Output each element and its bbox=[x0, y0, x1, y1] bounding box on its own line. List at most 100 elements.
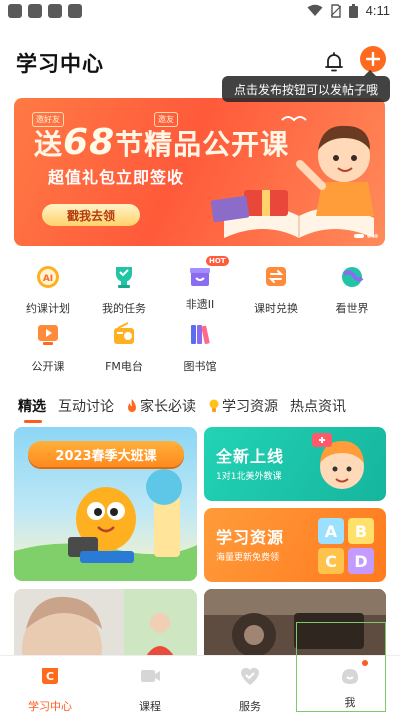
globe-icon bbox=[342, 267, 364, 287]
grid-item-fm[interactable]: FM电台 bbox=[86, 320, 162, 374]
publish-button[interactable] bbox=[360, 46, 386, 72]
promo-banner[interactable]: 邀好友 邀友 送68节精品公开课 超值礼包立即签收 戳我去领 bbox=[14, 98, 385, 246]
svg-text:D: D bbox=[354, 552, 367, 571]
tab-resources[interactable]: 学习资源 bbox=[208, 396, 278, 416]
nav-courses[interactable]: 课程 bbox=[100, 664, 200, 712]
grid-item-course-plan[interactable]: AI 约课计划 bbox=[10, 262, 86, 316]
learning-resources-subtitle: 海量更新免费领 bbox=[216, 553, 280, 563]
grid-label: 图书馆 bbox=[183, 360, 217, 373]
people-photo bbox=[14, 589, 197, 659]
learning-resources-title: 学习资源 bbox=[216, 528, 285, 547]
tab-label: 热点资讯 bbox=[290, 399, 346, 415]
bell-icon[interactable] bbox=[322, 50, 346, 74]
notification-icon bbox=[68, 4, 82, 18]
content-tabs: 精选 互动讨论 家长必读 学习资源 热点资讯 bbox=[18, 396, 358, 423]
article-photo-right[interactable] bbox=[204, 589, 386, 659]
battery-icon bbox=[348, 3, 358, 18]
banner-subline: 超值礼包立即签收 bbox=[48, 168, 185, 187]
nav-service[interactable]: 服务 bbox=[200, 664, 300, 712]
plus-icon bbox=[366, 52, 380, 66]
nav-learning-center[interactable]: C 学习中心 bbox=[0, 664, 100, 712]
grid-label: 非遗II bbox=[185, 298, 215, 311]
nav-label: 课程 bbox=[139, 700, 161, 712]
svg-text:C: C bbox=[46, 670, 54, 683]
bottom-navigation: C 学习中心 课程 服务 我 bbox=[0, 655, 400, 712]
trophy-icon bbox=[116, 267, 132, 288]
ai-clock-icon: AI bbox=[37, 266, 59, 288]
learning-resources-card[interactable]: 学习资源 海量更新免费领 A B C D bbox=[204, 508, 386, 582]
grid-item-lesson-exchange[interactable]: 课时兑换 bbox=[238, 262, 314, 316]
nav-label: 服务 bbox=[239, 700, 261, 712]
nav-label: 学习中心 bbox=[28, 700, 72, 712]
grid-item-world[interactable]: 看世界 bbox=[314, 262, 390, 316]
status-time: 4:11 bbox=[365, 3, 390, 18]
video-icon bbox=[38, 325, 58, 345]
new-course-title: 全新上线 bbox=[216, 447, 285, 466]
grid-label: 看世界 bbox=[335, 302, 369, 315]
tab-news[interactable]: 热点资讯 bbox=[290, 396, 346, 416]
new-course-card[interactable]: 全新上线 1对1北美外教课 bbox=[204, 427, 386, 501]
nav-label: 我 bbox=[344, 696, 356, 709]
svg-text:B: B bbox=[355, 522, 367, 541]
svg-text:AI: AI bbox=[43, 274, 53, 284]
learning-center-icon: C bbox=[42, 668, 58, 684]
tab-discussion[interactable]: 互动讨论 bbox=[58, 396, 114, 416]
flame-icon bbox=[128, 399, 136, 412]
profile-icon bbox=[342, 669, 358, 684]
banner-headline-number: 68 bbox=[63, 122, 116, 163]
grid-item-library[interactable]: 图书馆 bbox=[162, 320, 238, 374]
nav-me[interactable]: 我 bbox=[300, 660, 400, 710]
banner-dot bbox=[367, 234, 371, 238]
page-title: 学习中心 bbox=[16, 52, 104, 76]
hot-badge: HOT bbox=[206, 256, 229, 266]
machine-photo bbox=[204, 589, 386, 659]
notification-icon bbox=[48, 4, 62, 18]
me-icon-wrap bbox=[338, 660, 368, 688]
video-course-icon bbox=[141, 670, 160, 682]
grid-label: 约课计划 bbox=[26, 302, 70, 315]
books-icon bbox=[191, 325, 210, 345]
mascot-illustration bbox=[14, 469, 197, 581]
tab-label: 互动讨论 bbox=[58, 399, 114, 415]
notification-icons bbox=[8, 4, 82, 18]
radio-icon bbox=[114, 322, 134, 344]
app-header: 学习中心 bbox=[0, 40, 400, 80]
tab-label: 家长必读 bbox=[140, 399, 196, 415]
tab-featured[interactable]: 精选 bbox=[18, 396, 46, 423]
grid-item-open-class[interactable]: 公开课 bbox=[10, 320, 86, 374]
no-sim-icon bbox=[330, 3, 341, 18]
notification-icon bbox=[28, 4, 42, 18]
grid-item-my-tasks[interactable]: 我的任务 bbox=[86, 262, 162, 316]
gift-box-icon-wrap: HOT bbox=[186, 256, 229, 290]
banner-claim-button[interactable]: 戳我去领 bbox=[42, 204, 140, 226]
tab-parents[interactable]: 家长必读 bbox=[126, 396, 196, 416]
exchange-icon bbox=[266, 267, 286, 286]
gift-box-icon bbox=[190, 268, 210, 286]
tooltip-text: 点击发布按钮可以发帖子哦 bbox=[233, 82, 378, 97]
publish-tooltip: 点击发布按钮可以发帖子哦 bbox=[222, 70, 390, 102]
bulb-icon bbox=[209, 399, 219, 412]
status-bar: 4:11 bbox=[0, 0, 400, 24]
banner-dot-active bbox=[354, 234, 364, 238]
article-photo-left[interactable] bbox=[14, 589, 197, 659]
grid-label: FM电台 bbox=[105, 360, 143, 373]
banner-headline-prefix: 送 bbox=[34, 128, 64, 161]
tab-label: 精选 bbox=[18, 399, 46, 415]
new-course-subtitle: 1对1北美外教课 bbox=[216, 472, 282, 482]
spring-class-card[interactable]: 2023春季大班课 bbox=[14, 427, 197, 581]
banner-pagination bbox=[354, 234, 378, 238]
svg-text:C: C bbox=[325, 552, 337, 571]
grid-item-heritage[interactable]: HOT 非遗II bbox=[162, 256, 238, 312]
notification-icon bbox=[8, 4, 22, 18]
svg-text:A: A bbox=[325, 522, 338, 541]
grid-label: 我的任务 bbox=[102, 302, 146, 315]
banner-illustration bbox=[210, 116, 374, 238]
grid-label: 课时兑换 bbox=[254, 302, 298, 315]
grid-label: 公开课 bbox=[31, 360, 65, 373]
wifi-icon bbox=[307, 4, 323, 16]
banner-dot bbox=[374, 234, 378, 238]
abcd-blocks-illustration: A B C D bbox=[318, 518, 374, 574]
kid-illustration bbox=[312, 433, 364, 489]
service-heart-icon bbox=[241, 667, 259, 685]
tab-label: 学习资源 bbox=[222, 399, 278, 415]
